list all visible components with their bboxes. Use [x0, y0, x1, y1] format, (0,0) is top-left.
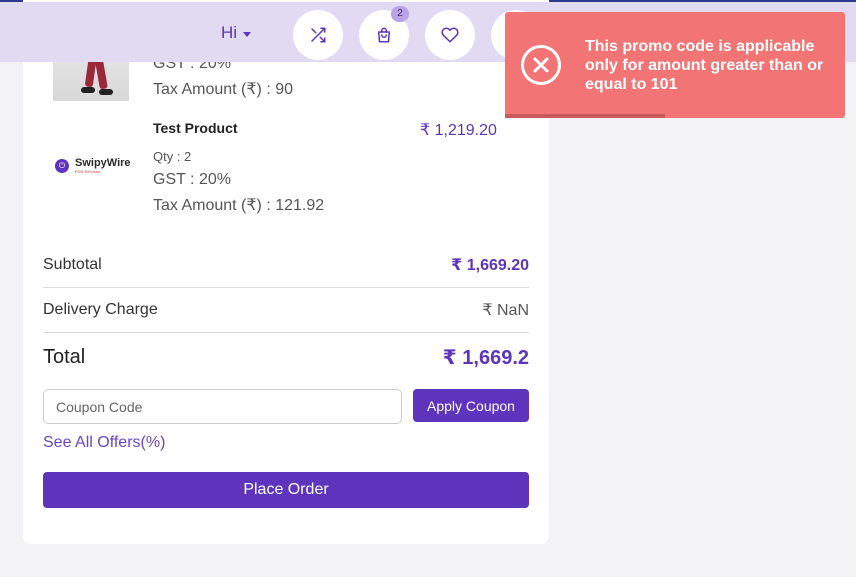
- total-value: ₹ 1,669.2: [442, 347, 529, 369]
- total-label: Total: [43, 346, 86, 368]
- product-2-qty: Qty : 2: [153, 149, 192, 164]
- subtotal-row: Subtotal ₹ 1,669.20: [43, 255, 529, 275]
- toast-progress-bar: [505, 114, 665, 118]
- apply-coupon-button[interactable]: Apply Coupon: [413, 389, 529, 422]
- delivery-value: ₹ NaN: [482, 302, 529, 319]
- shuffle-icon: [311, 27, 326, 43]
- product-2-tax: Tax Amount (₹) : 121.92: [153, 197, 325, 214]
- shopping-bag-icon: [378, 27, 390, 43]
- delivery-label: Delivery Charge: [43, 301, 158, 318]
- cart-count-badge: 2: [391, 6, 409, 22]
- product-2-logo: ⏻ SwipyWire POS Services: [55, 158, 131, 174]
- product-2-name: Test Product: [153, 120, 238, 136]
- wishlist-button[interactable]: [425, 10, 475, 60]
- place-order-button[interactable]: Place Order: [43, 472, 529, 508]
- logo-subtitle: POS Services: [75, 169, 100, 174]
- total-row: Total ₹ 1,669.2: [43, 345, 529, 370]
- user-greeting-dropdown[interactable]: Hi: [221, 23, 252, 43]
- product-1-tax: Tax Amount (₹) : 90: [153, 81, 294, 98]
- subtotal-value: ₹ 1,669.20: [451, 257, 529, 274]
- error-toast[interactable]: This promo code is applicable only for a…: [505, 12, 845, 118]
- compare-button[interactable]: [293, 10, 343, 60]
- cart-button[interactable]: 2: [359, 6, 409, 60]
- divider: [43, 287, 529, 288]
- greeting-text: Hi: [221, 23, 238, 42]
- caret-down-icon: [243, 31, 252, 37]
- delivery-row: Delivery Charge ₹ NaN: [43, 300, 529, 320]
- heart-icon: [441, 27, 459, 43]
- product-2-price: ₹ 1,219.20: [420, 122, 497, 139]
- toast-message: This promo code is applicable only for a…: [585, 38, 824, 93]
- subtotal-label: Subtotal: [43, 256, 102, 273]
- error-x-icon: [521, 45, 561, 85]
- logo-name: SwipyWire: [75, 157, 131, 169]
- divider: [43, 332, 529, 333]
- product-2-gst: GST : 20%: [153, 171, 231, 188]
- see-all-offers-link[interactable]: See All Offers(%): [43, 434, 165, 452]
- swipywire-logo-icon: ⏻: [55, 159, 69, 173]
- coupon-code-input[interactable]: [43, 389, 402, 424]
